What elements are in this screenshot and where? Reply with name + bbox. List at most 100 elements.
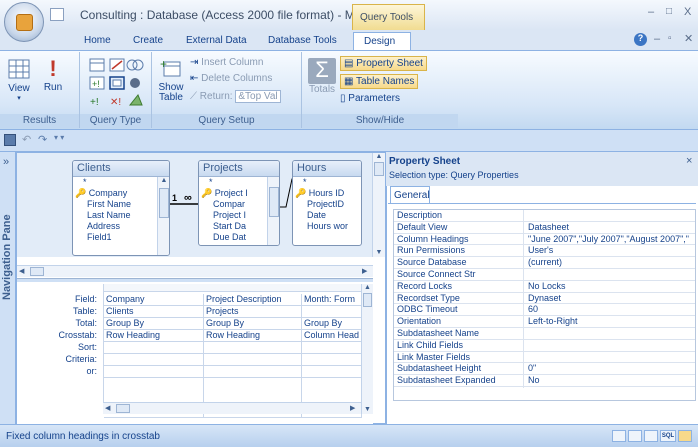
table-projects-scrollbar[interactable] bbox=[267, 177, 279, 245]
grid-cell[interactable]: Column Head bbox=[302, 330, 362, 342]
delete-columns-button[interactable]: ⇤ Delete Columns bbox=[190, 73, 272, 84]
help-icon[interactable]: ? bbox=[634, 33, 647, 46]
table-hours-title[interactable]: Hours bbox=[293, 161, 361, 177]
union-query-icon[interactable] bbox=[126, 59, 144, 71]
table-pane-vscrollbar[interactable]: ▲ ▼ bbox=[372, 153, 385, 257]
grid-vscrollbar[interactable]: ▲ ▼ bbox=[361, 284, 373, 414]
grid-column-selectors[interactable] bbox=[104, 284, 362, 292]
grid-cell[interactable]: Projects bbox=[204, 306, 302, 318]
scroll-down-icon[interactable]: ▼ bbox=[362, 406, 373, 413]
grid-cell[interactable]: Company bbox=[104, 294, 204, 306]
property-value[interactable]: No bbox=[528, 375, 540, 385]
property-value[interactable]: (current) bbox=[528, 257, 562, 267]
show-table-button[interactable]: + Show Table bbox=[156, 57, 186, 103]
table-projects-title[interactable]: Projects bbox=[199, 161, 279, 177]
field-list-item[interactable]: 🔑 Hours ID bbox=[293, 188, 361, 199]
grid-cell[interactable]: Month: Form bbox=[302, 294, 362, 306]
ribbon-minimize-icon[interactable]: – bbox=[654, 33, 660, 45]
ribbon-restore-icon[interactable]: ▫ bbox=[668, 33, 672, 44]
property-row[interactable]: Link Child Fields bbox=[394, 340, 695, 352]
nav-pane-toggle[interactable]: » bbox=[3, 156, 9, 168]
tab-create[interactable]: Create bbox=[133, 32, 163, 50]
grid-cell[interactable]: Group By bbox=[204, 318, 302, 330]
property-value[interactable]: Dynaset bbox=[528, 293, 561, 303]
select-query-icon[interactable] bbox=[89, 58, 105, 72]
qat-customize-icon[interactable]: ▾ ▾ bbox=[54, 133, 64, 142]
property-value[interactable]: Left-to-Right bbox=[528, 316, 578, 326]
grid-column-2[interactable]: Project Description Projects Group By Ro… bbox=[204, 294, 302, 418]
scroll-left-icon[interactable]: ◀ bbox=[19, 267, 24, 275]
property-row[interactable]: Recordset Type Dynaset bbox=[394, 293, 695, 305]
scroll-left-icon[interactable]: ◀ bbox=[105, 404, 110, 412]
tab-design[interactable]: Design bbox=[353, 32, 411, 50]
property-row[interactable]: ODBC Timeout 60 bbox=[394, 304, 695, 317]
grid-cell[interactable]: Project Description bbox=[204, 294, 302, 306]
field-list-item[interactable]: Last Name bbox=[73, 210, 169, 221]
scroll-thumb[interactable] bbox=[363, 293, 372, 307]
field-list-item[interactable]: 🔑 Company bbox=[73, 188, 169, 199]
minimize-button[interactable]: – bbox=[648, 6, 654, 18]
grid-cell[interactable] bbox=[302, 366, 362, 378]
field-list-item[interactable]: Date bbox=[293, 210, 361, 221]
scroll-down-icon[interactable]: ▼ bbox=[373, 249, 385, 256]
insert-column-button[interactable]: ⇥ Insert Column bbox=[190, 57, 263, 68]
tab-general[interactable]: General bbox=[390, 186, 430, 203]
qat-save-icon[interactable] bbox=[50, 8, 64, 21]
grid-cell[interactable]: Group By bbox=[104, 318, 204, 330]
field-list-item[interactable]: * bbox=[73, 177, 169, 188]
table-hours[interactable]: Hours * 🔑 Hours ID ProjectID Date Hours … bbox=[292, 160, 362, 246]
property-value[interactable]: 0" bbox=[528, 363, 536, 373]
scroll-thumb[interactable] bbox=[159, 188, 169, 218]
sql-view-button[interactable]: SQL bbox=[660, 430, 676, 442]
undo-icon[interactable]: ↶ bbox=[22, 133, 31, 146]
grid-cell[interactable] bbox=[104, 366, 204, 378]
view-button[interactable]: View ▾ bbox=[4, 58, 34, 102]
property-row[interactable]: Source Database (current) bbox=[394, 257, 695, 269]
redo-icon[interactable]: ↷ bbox=[38, 133, 47, 146]
table-pane-hscrollbar[interactable]: ◀ ▶ bbox=[17, 265, 373, 277]
crosstab-query-icon[interactable] bbox=[109, 76, 125, 90]
scroll-up-icon[interactable]: ▲ bbox=[373, 153, 385, 160]
totals-button[interactable]: Σ Totals bbox=[308, 58, 336, 95]
tab-home[interactable]: Home bbox=[84, 32, 111, 50]
property-row[interactable]: Subdatasheet Name bbox=[394, 328, 695, 340]
property-row[interactable]: Source Connect Str bbox=[394, 269, 695, 281]
grid-cell[interactable]: Group By bbox=[302, 318, 362, 330]
scroll-right-icon[interactable]: ▶ bbox=[350, 404, 355, 412]
field-list-item[interactable]: ProjectID bbox=[293, 199, 361, 210]
grid-column-3[interactable]: Month: Form Group By Column Head bbox=[302, 294, 362, 418]
property-row[interactable]: Default View Datasheet bbox=[394, 222, 695, 234]
tab-database-tools[interactable]: Database Tools bbox=[268, 32, 337, 50]
grid-cell[interactable] bbox=[204, 366, 302, 378]
property-row[interactable]: Record Locks No Locks bbox=[394, 281, 695, 293]
property-value[interactable]: 60 bbox=[528, 304, 538, 314]
field-list-item[interactable]: Field1 bbox=[73, 232, 169, 243]
property-value[interactable]: No Locks bbox=[528, 281, 566, 291]
property-sheet-button[interactable]: ▤ Property Sheet bbox=[340, 56, 427, 71]
pane-splitter[interactable] bbox=[17, 278, 373, 282]
scroll-up-icon[interactable]: ▲ bbox=[362, 284, 373, 291]
grid-cell[interactable] bbox=[204, 342, 302, 354]
scroll-thumb[interactable] bbox=[374, 162, 384, 176]
table-clients[interactable]: Clients * 🔑 Company First Name Last Name… bbox=[72, 160, 170, 256]
property-sheet-close-icon[interactable]: × bbox=[686, 155, 692, 167]
property-row[interactable]: Orientation Left-to-Right bbox=[394, 316, 695, 328]
grid-cell[interactable] bbox=[302, 354, 362, 366]
close-button[interactable]: X bbox=[684, 6, 691, 18]
scroll-thumb[interactable] bbox=[116, 404, 130, 413]
table-projects[interactable]: Projects * 🔑 Project I Compar Project I … bbox=[198, 160, 280, 246]
scroll-up-icon[interactable]: ▲ bbox=[158, 177, 169, 184]
datasheet-view-icon[interactable] bbox=[612, 430, 626, 442]
run-button[interactable]: ! Run bbox=[38, 58, 68, 94]
property-row[interactable]: Link Master Fields bbox=[394, 352, 695, 364]
make-table-query-icon[interactable] bbox=[109, 58, 125, 72]
data-definition-query-icon[interactable] bbox=[128, 94, 143, 106]
append-query-icon[interactable]: +! bbox=[89, 76, 105, 90]
grid-cell[interactable] bbox=[302, 342, 362, 354]
save-icon[interactable] bbox=[4, 134, 16, 146]
grid-cell[interactable]: Row Heading bbox=[104, 330, 204, 342]
property-row[interactable]: Description bbox=[394, 210, 695, 222]
ribbon-close-icon[interactable]: ✕ bbox=[684, 32, 693, 45]
grid-cell[interactable] bbox=[104, 354, 204, 366]
pivottable-view-icon[interactable] bbox=[628, 430, 642, 442]
